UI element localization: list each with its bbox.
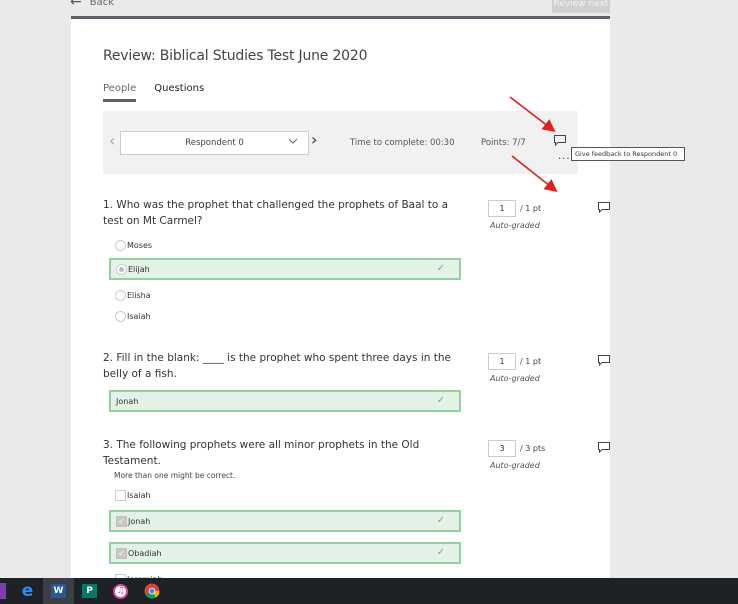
- radio-button-selected[interactable]: [116, 263, 127, 275]
- question-text: 2. Fill in the blank: ____ is the prophe…: [103, 352, 451, 380]
- question-subtext: More than one might be correct.: [114, 471, 236, 480]
- score-max: / 1 pt: [520, 204, 542, 213]
- grading-label: Auto-graded: [490, 461, 540, 470]
- feedback-icon[interactable]: [554, 135, 566, 146]
- respondent-bar: ‹ Respondent 0 › Time to complete: 00:30…: [103, 111, 578, 174]
- respondent-dropdown[interactable]: Respondent 0: [120, 131, 309, 155]
- time-to-complete: Time to complete: 00:30: [350, 138, 455, 148]
- tab-questions[interactable]: Questions: [154, 83, 204, 100]
- question-feedback-icon[interactable]: [598, 355, 610, 366]
- check-icon: ✓: [436, 263, 445, 274]
- radio-button[interactable]: [115, 239, 126, 251]
- option-label: Isaiah: [127, 311, 151, 321]
- score-input[interactable]: 1: [488, 200, 516, 217]
- publisher-icon[interactable]: P: [74, 578, 105, 604]
- back-button[interactable]: ← Back: [70, 0, 114, 10]
- option-jonah[interactable]: ✓ Jonah ✓: [109, 510, 461, 532]
- score-input[interactable]: 1: [488, 353, 516, 370]
- score-max: / 3 pts: [520, 444, 546, 453]
- option-label: Elijah: [128, 264, 150, 274]
- score-area: 1 / 1 pt: [488, 200, 541, 217]
- checkbox-checked[interactable]: ✓: [116, 515, 127, 527]
- option-label: Elisha: [127, 290, 151, 300]
- score-area: 1 / 1 pt: [488, 353, 541, 370]
- checkbox-checked[interactable]: ✓: [116, 547, 127, 559]
- option-elisha[interactable]: Elisha: [115, 288, 573, 302]
- respondent-dropdown-value: Respondent 0: [185, 138, 244, 148]
- chevron-down-icon: [288, 136, 298, 149]
- question-1: 1. Who was the prophet that challenged t…: [103, 197, 610, 323]
- option-moses[interactable]: Moses: [115, 238, 573, 252]
- feedback-tooltip: Give feedback to Respondent 0: [571, 147, 685, 161]
- taskbar-app-edge-partial-icon[interactable]: [0, 583, 6, 599]
- page-title: Review: Biblical Studies Test June 2020: [103, 48, 368, 64]
- option-isaiah[interactable]: Isaiah: [115, 309, 573, 323]
- radio-button[interactable]: [115, 289, 126, 301]
- question-feedback-icon[interactable]: [598, 202, 610, 213]
- text-answer: Jonah ✓: [109, 390, 461, 412]
- tab-people[interactable]: People: [103, 83, 137, 102]
- question-2: 2. Fill in the blank: ____ is the prophe…: [103, 350, 610, 412]
- previous-respondent-button[interactable]: ‹: [109, 131, 115, 150]
- question-3: 3. The following prophets were all minor…: [103, 437, 610, 586]
- back-arrow-icon: ←: [70, 0, 82, 10]
- option-obadiah[interactable]: ✓ Obadiah ✓: [109, 542, 461, 564]
- next-respondent-button[interactable]: ›: [311, 130, 317, 149]
- question-text: 3. The following prophets were all minor…: [103, 439, 420, 467]
- score-max: / 1 pt: [520, 357, 542, 366]
- score-input[interactable]: 3: [488, 440, 516, 457]
- option-isaiah[interactable]: Isaiah: [115, 488, 573, 502]
- option-label: Jonah: [128, 516, 151, 526]
- grading-label: Auto-graded: [490, 221, 540, 230]
- checkbox[interactable]: [115, 489, 126, 501]
- points-total: Points: 7/7: [481, 138, 526, 148]
- option-elijah[interactable]: Elijah ✓: [109, 258, 461, 280]
- taskbar: e W P ♫: [0, 578, 738, 604]
- edge-icon[interactable]: e: [12, 578, 43, 604]
- review-card: Review: Biblical Studies Test June 2020 …: [71, 16, 610, 586]
- check-icon: ✓: [436, 395, 445, 406]
- more-options-button[interactable]: ...: [558, 151, 571, 162]
- option-label: Moses: [127, 240, 153, 250]
- check-icon: ✓: [436, 547, 445, 558]
- answer-text: Jonah: [116, 396, 139, 406]
- check-icon: ✓: [436, 515, 445, 526]
- option-label: Isaiah: [127, 490, 151, 500]
- word-icon[interactable]: W: [43, 578, 74, 604]
- back-label: Back: [89, 0, 115, 8]
- question-feedback-icon[interactable]: [598, 442, 610, 453]
- score-area: 3 / 3 pts: [488, 440, 545, 457]
- top-bar: ← Back Review next: [0, 0, 738, 15]
- option-label: Obadiah: [128, 548, 162, 558]
- review-next-button[interactable]: Review next: [552, 0, 610, 13]
- grading-label: Auto-graded: [490, 374, 540, 383]
- itunes-icon[interactable]: ♫: [105, 578, 136, 604]
- chrome-icon[interactable]: [136, 578, 167, 604]
- radio-button[interactable]: [115, 310, 126, 322]
- tab-bar: People Questions: [103, 83, 204, 102]
- question-text: 1. Who was the prophet that challenged t…: [103, 199, 449, 227]
